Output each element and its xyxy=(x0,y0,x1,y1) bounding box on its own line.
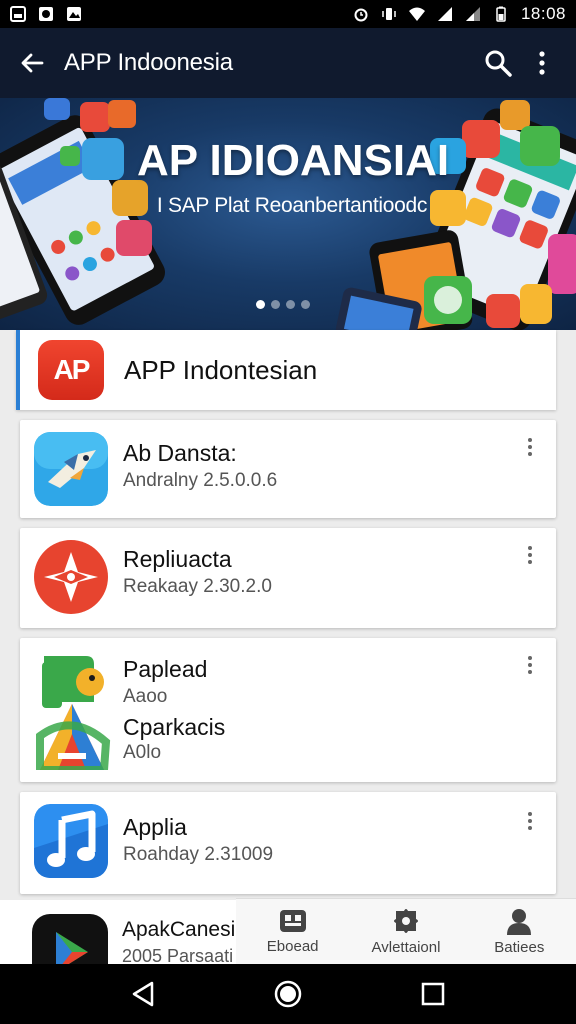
music-app-icon xyxy=(34,804,108,878)
page-title: APP Indoonesia xyxy=(64,49,233,76)
carousel-dot[interactable] xyxy=(301,300,310,309)
app-title: Repliuacta xyxy=(123,546,232,572)
item-menu-button[interactable] xyxy=(518,432,542,462)
nav-label: Eboead xyxy=(266,938,319,955)
search-button[interactable] xyxy=(476,41,520,85)
bird-app-icon xyxy=(34,432,108,506)
play-app-icon xyxy=(32,914,108,964)
bottom-navigation: Eboead Avlettaionl Batiees xyxy=(236,898,576,964)
back-button[interactable] xyxy=(14,45,50,81)
home-circle-icon xyxy=(274,980,302,1008)
battery-icon xyxy=(496,6,506,22)
carousel-indicator xyxy=(256,300,310,309)
app-title: Applia xyxy=(123,814,187,840)
system-navigation-bar xyxy=(0,964,576,1024)
search-icon xyxy=(485,50,512,77)
app-list-item[interactable]: ApakCanesi 2005 Parsaati xyxy=(0,900,240,964)
vibrate-icon xyxy=(382,8,396,20)
banner-subtitle: I SAP Plat Reoanbertantioodc xyxy=(156,194,428,217)
item-menu-button[interactable] xyxy=(518,650,542,680)
store-icon xyxy=(279,910,306,932)
nav-item-profile[interactable]: Batiees xyxy=(463,899,576,964)
carousel-dot[interactable] xyxy=(271,300,280,309)
item-menu-button[interactable] xyxy=(518,806,542,836)
app-list-item[interactable]: Paplead Aaoo Cparkacis A0lo xyxy=(20,638,556,782)
app-version: 2005 Parsaati xyxy=(122,946,234,964)
image-notification-icon xyxy=(67,7,81,21)
app-list-item[interactable]: Applia Roahday 2.31009 xyxy=(20,792,556,894)
promo-banner[interactable]: AP IDIOANSIAI I SAP Plat Reoanbertantioo… xyxy=(0,98,576,330)
carousel-dot[interactable] xyxy=(256,300,265,309)
signal-icon xyxy=(437,7,452,21)
system-home-button[interactable] xyxy=(268,974,308,1014)
app-bar: APP Indoonesia xyxy=(0,28,576,98)
app-version: Aaoo xyxy=(123,686,168,707)
arrow-back-icon xyxy=(21,53,44,73)
app-title-secondary: Cparkacis xyxy=(123,714,226,740)
recents-square-icon xyxy=(422,982,445,1006)
wifi-icon xyxy=(408,7,425,21)
app-title: ApakCanesi xyxy=(122,918,236,941)
app-list-item[interactable]: Repliuacta Reakaay 2.30.2.0 xyxy=(20,528,556,628)
featured-app-card[interactable]: AP APP Indontesian xyxy=(16,330,556,410)
triangle-back-icon xyxy=(132,981,153,1007)
camera-notification-icon xyxy=(39,7,53,21)
app-version: Roahday 2.31009 xyxy=(123,844,274,865)
featured-app-icon: AP xyxy=(38,340,104,400)
nav-label: Avlettaionl xyxy=(371,939,441,956)
person-icon xyxy=(507,909,532,935)
app-version: Reakaay 2.30.2.0 xyxy=(123,576,272,597)
paint-app-icon xyxy=(34,652,112,770)
more-vert-icon xyxy=(539,51,545,75)
banner-title: AP IDIOANSIAI xyxy=(136,136,450,185)
nav-item-apps[interactable]: Avlettaionl xyxy=(349,899,462,964)
carousel-dot[interactable] xyxy=(286,300,295,309)
app-title: Paplead xyxy=(123,656,208,682)
signal-2-icon xyxy=(465,7,480,21)
nav-label: Batiees xyxy=(494,939,545,956)
system-back-button[interactable] xyxy=(123,974,163,1014)
clock: 18:08 xyxy=(520,4,566,23)
app-title: Ab Dansta: xyxy=(123,440,237,466)
compass-app-icon xyxy=(34,540,108,614)
app-list-item[interactable]: Ab Dansta: Andralny 2.5.0.0.6 xyxy=(20,420,556,518)
nav-item-store[interactable]: Eboead xyxy=(236,899,349,964)
item-menu-button[interactable] xyxy=(518,540,542,570)
overflow-menu-button[interactable] xyxy=(520,41,564,85)
status-bar: 18:08 xyxy=(0,0,576,28)
notification-icon xyxy=(10,6,26,22)
system-recents-button[interactable] xyxy=(413,974,453,1014)
app-version: Andralny 2.5.0.0.6 xyxy=(123,470,278,491)
featured-app-name: APP Indontesian xyxy=(124,354,318,385)
alarm-icon xyxy=(354,8,368,22)
app-version-secondary: A0lo xyxy=(123,742,162,763)
puzzle-icon xyxy=(393,909,418,933)
